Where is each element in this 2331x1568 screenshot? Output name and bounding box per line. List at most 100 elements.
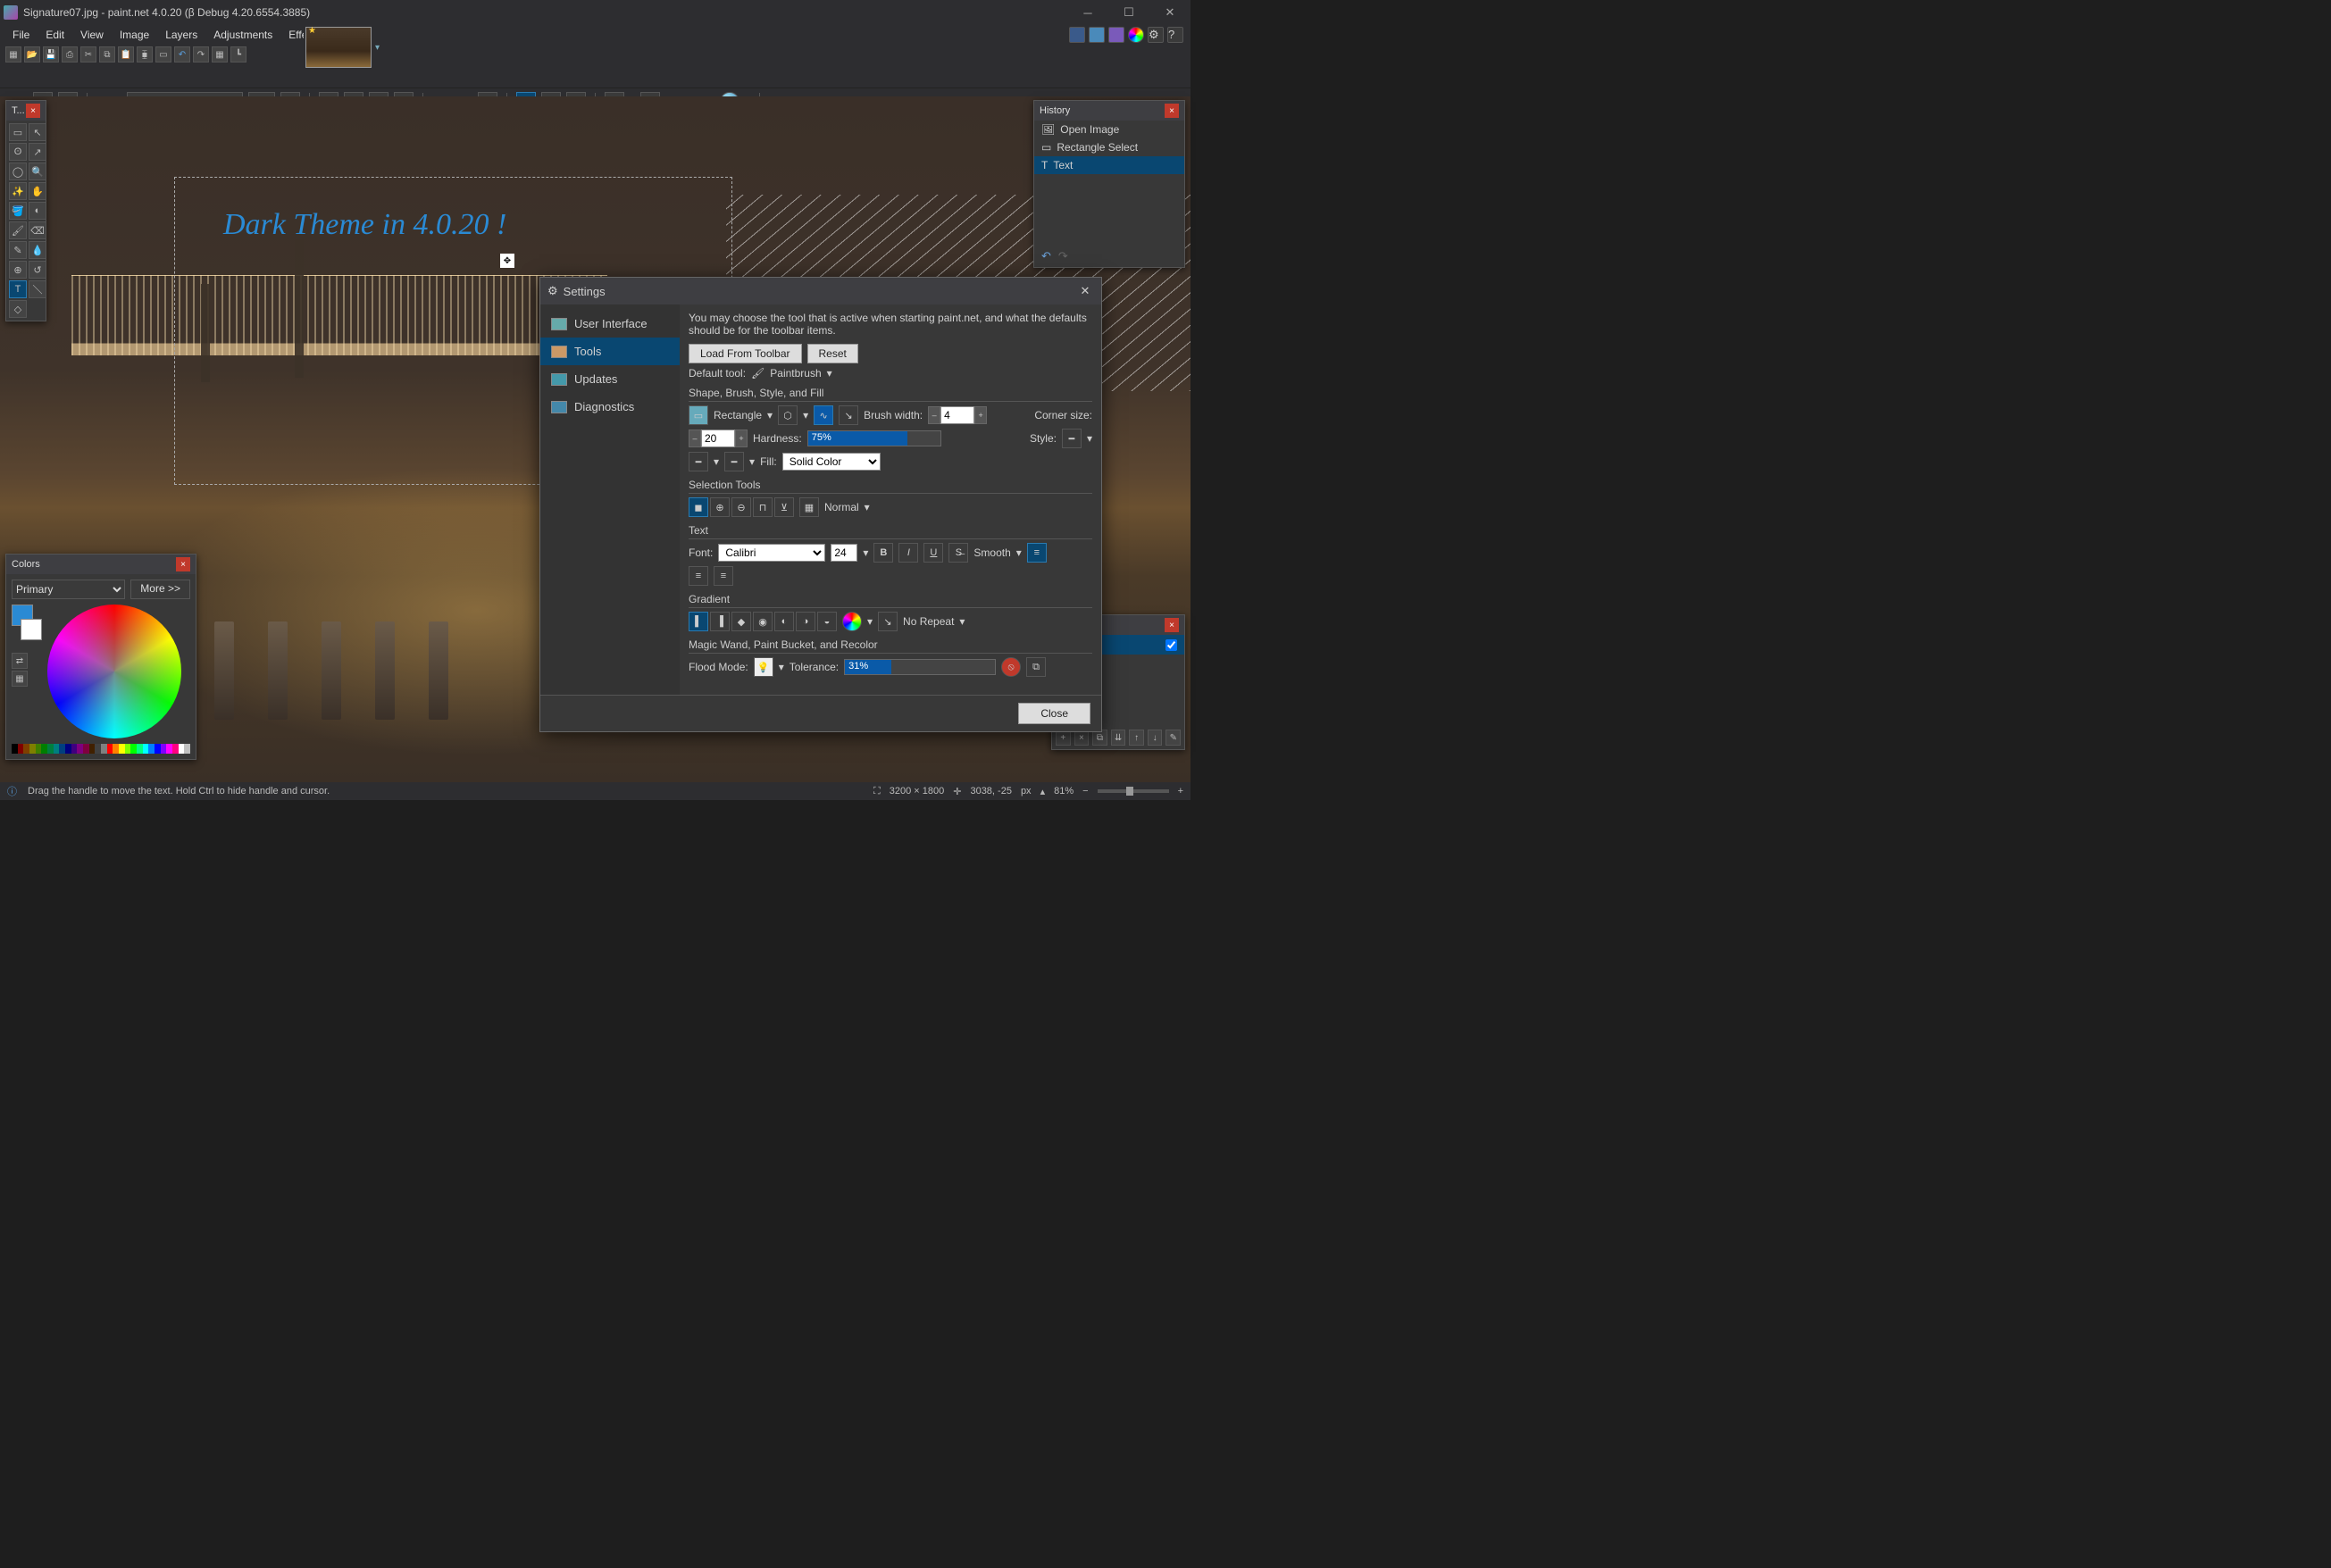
layers-close[interactable]: × (1165, 618, 1179, 632)
tools-panel-close[interactable]: × (26, 104, 40, 118)
menu-edit[interactable]: Edit (38, 27, 71, 43)
shape-style-icon[interactable]: ⬡ (778, 405, 798, 425)
palette-swatch[interactable] (83, 744, 89, 754)
text-align-right-icon[interactable]: ≡ (714, 566, 733, 586)
palette-icon[interactable]: ▦ (12, 671, 28, 687)
history-item[interactable]: TText (1034, 156, 1184, 174)
redo-icon[interactable]: ↷ (193, 46, 209, 63)
palette-swatch[interactable] (130, 744, 137, 754)
palette-swatch[interactable] (18, 744, 24, 754)
flood-mode-icon[interactable]: 💡 (754, 657, 773, 677)
palette-swatch[interactable] (119, 744, 125, 754)
tool-picker[interactable]: 💧 (29, 241, 46, 259)
palette-swatch[interactable] (36, 744, 42, 754)
move-handle-icon[interactable]: ✥ (500, 254, 514, 268)
line-curve-icon[interactable]: ∿ (814, 405, 833, 425)
settings-tab-tools[interactable]: Tools (540, 338, 680, 365)
settings-tab-diagnostics[interactable]: Diagnostics (540, 393, 680, 421)
palette-swatch[interactable] (125, 744, 131, 754)
text-strike-icon[interactable]: S̶ (948, 543, 968, 563)
copy-icon[interactable]: ⧉ (99, 46, 115, 63)
grad-spiral-ccw-icon[interactable]: ◒ (817, 612, 837, 631)
swap-colors-icon[interactable]: ⇄ (12, 653, 28, 669)
print-icon[interactable]: ⎙ (62, 46, 78, 63)
tool-recolor[interactable]: ↺ (29, 261, 46, 279)
palette-swatch[interactable] (101, 744, 107, 754)
text-bold-icon[interactable]: B (873, 543, 893, 563)
colors-more-button[interactable]: More >> (130, 580, 190, 599)
menu-image[interactable]: Image (113, 27, 156, 43)
palette-swatch[interactable] (95, 744, 101, 754)
grad-color-icon[interactable] (842, 612, 862, 631)
settings-icon[interactable]: ⚙ (1148, 27, 1164, 43)
brush-width-dec[interactable]: – (928, 406, 940, 424)
text-underline-icon[interactable]: U (923, 543, 943, 563)
tool-zoom[interactable]: 🔍 (29, 163, 46, 180)
layers-window-icon[interactable] (1108, 27, 1124, 43)
colors-close[interactable]: × (176, 557, 190, 571)
secondary-color-swatch[interactable] (21, 619, 42, 640)
save-icon[interactable]: 💾 (43, 46, 59, 63)
tool-shapes[interactable]: ◇ (9, 300, 27, 318)
hardness-slider[interactable]: 75% (807, 430, 941, 446)
layer-up-icon[interactable]: ↑ (1129, 730, 1144, 746)
palette-swatch[interactable] (148, 744, 155, 754)
history-close[interactable]: × (1165, 104, 1179, 118)
close-button[interactable]: ✕ (1149, 0, 1191, 25)
doc-thumb[interactable] (305, 27, 372, 68)
history-item[interactable]: ▭Rectangle Select (1034, 138, 1184, 156)
deselect-icon[interactable]: ▭ (155, 46, 171, 63)
palette-swatch[interactable] (29, 744, 36, 754)
undo-icon[interactable]: ↶ (174, 46, 190, 63)
history-redo-icon[interactable]: ↷ (1058, 249, 1068, 263)
palette-swatch[interactable] (184, 744, 190, 754)
sel-xor-icon[interactable]: ⊻ (774, 497, 794, 517)
menu-view[interactable]: View (73, 27, 111, 43)
sel-mode-icon[interactable]: ▦ (799, 497, 819, 517)
tool-move[interactable]: ↗ (29, 143, 46, 161)
grad-radial-icon[interactable]: ◉ (753, 612, 773, 631)
shape-select[interactable]: Rectangle (714, 409, 762, 421)
open-icon[interactable]: 📂 (24, 46, 40, 63)
palette-swatch[interactable] (155, 744, 161, 754)
menu-file[interactable]: File (5, 27, 37, 43)
settings-tab-ui[interactable]: User Interface (540, 310, 680, 338)
tool-brush[interactable]: 🖌 (9, 221, 27, 239)
text-size-input[interactable] (831, 544, 857, 562)
grad-linear-reflected-icon[interactable]: ▐ (710, 612, 730, 631)
palette-swatch[interactable] (23, 744, 29, 754)
layer-props-icon[interactable]: ✎ (1166, 730, 1181, 746)
tool-wand[interactable]: ✨ (9, 182, 27, 200)
tool-move-sel[interactable]: ↖ (29, 123, 46, 141)
grad-spiral-cw-icon[interactable]: ◑ (796, 612, 815, 631)
palette-swatch[interactable] (179, 744, 185, 754)
brush-width-input[interactable] (940, 406, 974, 424)
thumb-overflow-icon[interactable]: ▾ (375, 43, 380, 53)
crop-icon[interactable]: ⧯ (137, 46, 153, 63)
palette-row[interactable] (12, 744, 190, 754)
tolerance-slider[interactable]: 31% (844, 659, 996, 675)
sel-mode-value[interactable]: Normal (824, 501, 859, 513)
load-from-toolbar-button[interactable]: Load From Toolbar (689, 344, 802, 363)
tool-lasso[interactable]: ʘ (9, 143, 27, 161)
colors-window-icon[interactable] (1128, 27, 1144, 43)
tool-text[interactable]: T (9, 280, 27, 298)
ruler-icon[interactable]: ┗ (230, 46, 246, 63)
tool-pencil[interactable]: ✎ (9, 241, 27, 259)
settings-tab-updates[interactable]: Updates (540, 365, 680, 393)
palette-swatch[interactable] (161, 744, 167, 754)
zoom-in-icon[interactable]: + (1178, 786, 1183, 797)
history-undo-icon[interactable]: ↶ (1041, 249, 1051, 263)
radius-inc[interactable]: + (735, 430, 748, 447)
settings-close-button[interactable]: ✕ (1076, 282, 1094, 300)
color-wheel[interactable] (47, 605, 181, 738)
palette-swatch[interactable] (172, 744, 179, 754)
dash-style-icon[interactable]: ━ (689, 452, 708, 471)
palette-swatch[interactable] (89, 744, 96, 754)
palette-swatch[interactable] (41, 744, 47, 754)
palette-swatch[interactable] (59, 744, 65, 754)
settings-close-btn[interactable]: Close (1018, 703, 1090, 724)
palette-swatch[interactable] (54, 744, 60, 754)
zoom-slider[interactable] (1098, 789, 1169, 793)
text-align-left-icon[interactable]: ≡ (1027, 543, 1047, 563)
